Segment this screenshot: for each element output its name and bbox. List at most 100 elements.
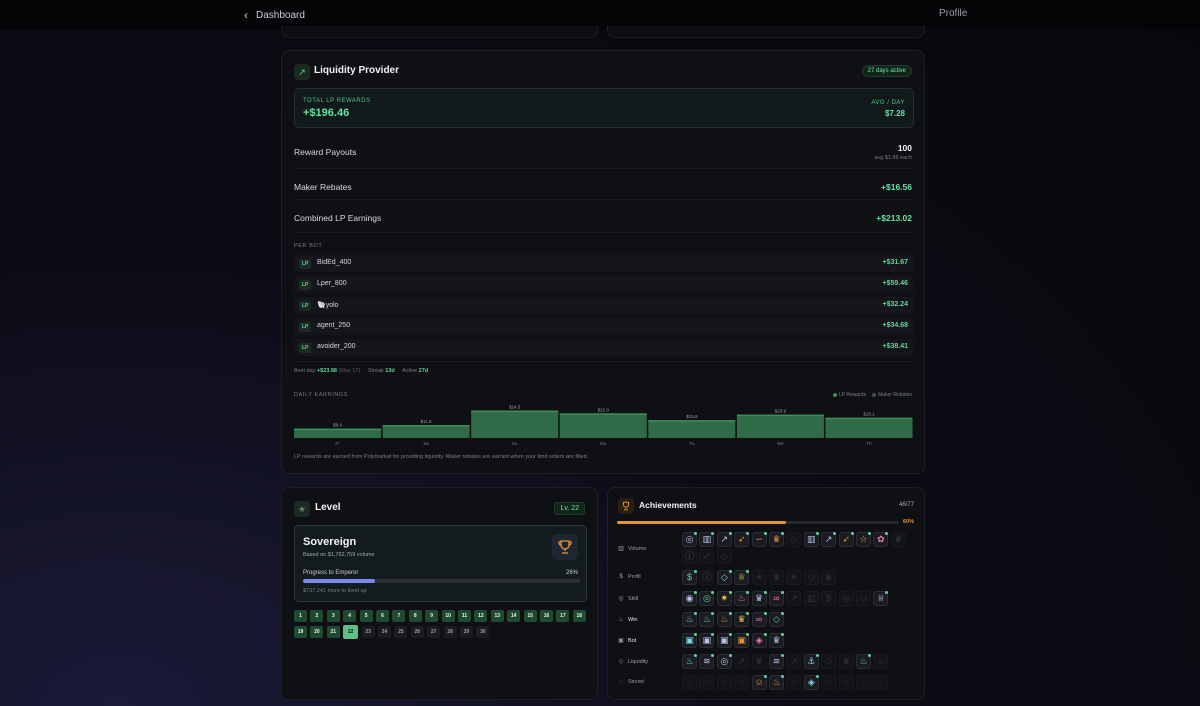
level-cell-28[interactable]: 28 xyxy=(443,626,457,638)
achievement-badge-icon[interactable]: ◎ xyxy=(699,591,715,606)
level-cell-24[interactable]: 24 xyxy=(378,626,391,638)
level-cell-6[interactable]: 6 xyxy=(376,610,389,622)
level-cell-16[interactable]: 16 xyxy=(540,610,553,622)
achievement-badge-icon[interactable]: ◈ xyxy=(751,633,767,648)
achievement-badge-icon[interactable]: ◈ xyxy=(803,675,819,690)
achievement-badge-icon[interactable]: ♛ xyxy=(769,633,784,648)
achievement-badge-icon[interactable]: ➶ xyxy=(734,532,750,547)
level-cell-19[interactable]: 19 xyxy=(294,626,307,638)
achievement-badge-icon[interactable]: ♛ xyxy=(769,532,784,547)
achievement-badge-icon[interactable]: ♨ xyxy=(856,654,871,669)
achievement-badge-icon[interactable]: ↗ xyxy=(786,654,802,669)
achievement-badge-icon[interactable]: ☆ xyxy=(856,532,871,547)
achievement-badge-icon[interactable]: ↗ xyxy=(786,591,802,606)
profile-link[interactable]: Profile xyxy=(939,8,967,19)
achievement-badge-icon[interactable]: ◌ xyxy=(873,675,889,690)
level-cell-21[interactable]: 21 xyxy=(326,626,340,638)
level-cell-1[interactable]: 1 xyxy=(294,610,307,622)
achievement-badge-icon[interactable]: ⓘ xyxy=(682,549,697,564)
bot-row[interactable]: LP 🐚yolo +$32.24 xyxy=(294,297,914,314)
achievement-badge-icon[interactable]: ◇ xyxy=(716,549,732,564)
achievement-badge-icon[interactable]: ▥ xyxy=(699,532,715,547)
achievement-badge-icon[interactable]: ♕ xyxy=(873,591,889,606)
achievement-badge-icon[interactable]: ♨ xyxy=(769,675,784,690)
achievement-badge-icon[interactable]: ✳ xyxy=(751,570,767,585)
achievement-badge-icon[interactable]: ▣ xyxy=(734,633,750,648)
achievement-badge-icon[interactable]: ≋ xyxy=(769,654,784,669)
level-cell-4[interactable]: 4 xyxy=(343,610,357,622)
achievement-badge-icon[interactable]: ◎ xyxy=(838,591,854,606)
achievement-badge-icon[interactable]: ▣ xyxy=(699,633,715,648)
back-to-dashboard-link[interactable]: ‹ Dashboard xyxy=(244,8,305,22)
achievement-badge-icon[interactable]: ◇ xyxy=(786,532,802,547)
achievement-badge-icon[interactable]: ◎ xyxy=(682,532,697,547)
achievement-badge-icon[interactable]: ♛ xyxy=(821,570,837,585)
level-cell-5[interactable]: 5 xyxy=(359,610,373,622)
achievement-badge-icon[interactable]: ♛ xyxy=(734,612,750,627)
achievement-badge-icon[interactable]: ♨ xyxy=(734,591,750,606)
achievement-badge-icon[interactable]: ▥ xyxy=(803,591,819,606)
achievement-badge-icon[interactable]: ♛ xyxy=(751,654,767,669)
achievement-badge-icon[interactable]: ▣ xyxy=(716,633,732,648)
level-cell-18[interactable]: 18 xyxy=(572,610,586,622)
level-cell-27[interactable]: 27 xyxy=(427,626,441,638)
level-cell-7[interactable]: 7 xyxy=(392,610,406,622)
achievement-badge-icon[interactable]: ◌ xyxy=(786,675,802,690)
achievement-badge-icon[interactable]: ▥ xyxy=(803,532,819,547)
achievement-badge-icon[interactable]: ♨ xyxy=(682,654,697,669)
achievement-badge-icon[interactable]: ↗ xyxy=(716,532,732,547)
achievement-badge-icon[interactable]: ✿ xyxy=(873,532,889,547)
achievement-badge-icon[interactable]: ☺ xyxy=(751,675,767,690)
level-cell-29[interactable]: 29 xyxy=(460,626,473,638)
level-cell-30[interactable]: 30 xyxy=(476,626,490,638)
achievement-badge-icon[interactable]: ✷ xyxy=(716,591,732,606)
achievement-badge-icon[interactable]: ◉ xyxy=(682,591,697,606)
achievement-badge-icon[interactable]: ▣ xyxy=(682,633,697,648)
achievement-badge-icon[interactable]: ◌ xyxy=(838,675,854,690)
achievement-badge-icon[interactable]: ⓘ xyxy=(699,570,715,585)
achievement-badge-icon[interactable]: ♕ xyxy=(734,570,750,585)
achievement-badge-icon[interactable]: ≋ xyxy=(699,654,715,669)
achievement-badge-icon[interactable]: ♛ xyxy=(838,654,854,669)
achievement-badge-icon[interactable]: ➶ xyxy=(838,532,854,547)
level-cell-8[interactable]: 8 xyxy=(408,610,422,622)
level-cell-15[interactable]: 15 xyxy=(523,610,537,622)
bot-row[interactable]: LP BidEd_400 +$31.67 xyxy=(294,255,914,272)
level-cell-25[interactable]: 25 xyxy=(394,626,408,638)
level-cell-3[interactable]: 3 xyxy=(326,610,340,622)
achievement-badge-icon[interactable]: ◌ xyxy=(856,675,871,690)
achievement-badge-icon[interactable]: $ xyxy=(821,591,837,606)
level-cell-22[interactable]: 22 xyxy=(343,625,359,639)
achievement-badge-icon[interactable]: ◌ xyxy=(821,675,837,690)
achievement-badge-icon[interactable]: ◌ xyxy=(682,675,697,690)
achievement-badge-icon[interactable]: ◇ xyxy=(856,591,871,606)
level-cell-11[interactable]: 11 xyxy=(458,610,471,622)
achievement-badge-icon[interactable]: ◇ xyxy=(803,570,819,585)
level-cell-10[interactable]: 10 xyxy=(441,610,455,622)
bot-row[interactable]: LP avoider_200 +$38.41 xyxy=(294,339,914,356)
achievement-badge-icon[interactable]: ◌ xyxy=(699,675,715,690)
achievement-badge-icon[interactable]: ✳ xyxy=(786,570,802,585)
achievement-badge-icon[interactable]: ◇ xyxy=(821,654,837,669)
achievement-badge-icon[interactable]: ◌ xyxy=(716,675,732,690)
level-cell-2[interactable]: 2 xyxy=(310,610,324,622)
achievement-badge-icon[interactable]: ∽ xyxy=(751,532,767,547)
achievement-badge-icon[interactable]: ∞ xyxy=(751,612,767,627)
level-cell-17[interactable]: 17 xyxy=(556,610,570,622)
level-cell-23[interactable]: 23 xyxy=(361,626,375,638)
level-cell-13[interactable]: 13 xyxy=(490,610,504,622)
achievement-badge-icon[interactable]: ↗ xyxy=(734,654,750,669)
achievement-badge-icon[interactable]: $ xyxy=(682,570,697,585)
achievement-badge-icon[interactable]: ♨ xyxy=(716,612,732,627)
achievement-badge-icon[interactable]: ◌ xyxy=(734,675,750,690)
achievement-badge-icon[interactable]: ♨ xyxy=(699,612,715,627)
level-cell-14[interactable]: 14 xyxy=(507,610,521,622)
achievement-badge-icon[interactable]: ◇ xyxy=(716,570,732,585)
achievement-badge-icon[interactable]: ♛ xyxy=(769,570,784,585)
level-cell-20[interactable]: 20 xyxy=(310,626,324,638)
bot-row[interactable]: LP Lper_800 +$59.46 xyxy=(294,276,914,293)
achievement-badge-icon[interactable]: ◎ xyxy=(716,654,732,669)
achievement-badge-icon[interactable]: ♨ xyxy=(682,612,697,627)
achievement-badge-icon[interactable]: ◇ xyxy=(769,612,784,627)
achievement-badge-icon[interactable]: ♨ xyxy=(873,654,889,669)
